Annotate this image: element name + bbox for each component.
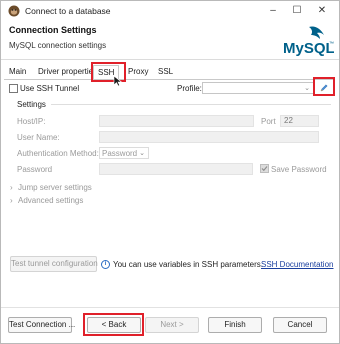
username-label: User Name:: [17, 133, 60, 142]
highlight-box-edit-profile: [313, 77, 335, 96]
username-input[interactable]: [99, 131, 319, 143]
port-input[interactable]: 22: [280, 115, 319, 127]
auth-method-select[interactable]: Password ⌄: [99, 147, 149, 159]
cancel-button[interactable]: Cancel: [273, 317, 327, 333]
ssh-variables-info: You can use variables in SSH parameters.: [113, 260, 264, 269]
tab-proxy[interactable]: Proxy: [124, 65, 152, 80]
save-password-label: Save Password: [271, 165, 327, 174]
checkmark-icon: [261, 166, 268, 172]
page-title: Connection Settings: [9, 25, 97, 35]
title-bar: Connect to a database – ☐ ✕: [1, 1, 339, 21]
use-ssh-tunnel-label: Use SSH Tunnel: [20, 84, 80, 93]
svg-text:™: ™: [329, 41, 334, 47]
chevron-right-icon[interactable]: ›: [10, 196, 13, 205]
jump-server-settings-toggle[interactable]: Jump server settings: [18, 183, 92, 192]
mysql-logo: MySQL ™: [283, 26, 334, 57]
finish-button[interactable]: Finish: [208, 317, 262, 333]
next-button[interactable]: Next >: [145, 317, 199, 333]
password-input[interactable]: [99, 163, 253, 175]
minimize-button[interactable]: –: [262, 3, 284, 19]
test-connection-button[interactable]: Test Connection ...: [8, 317, 75, 333]
header-separator: [1, 59, 339, 60]
profile-select[interactable]: ⌄: [202, 82, 314, 94]
host-label: Host/IP:: [17, 117, 46, 126]
window-title: Connect to a database: [25, 6, 111, 16]
settings-group-label: Settings: [17, 100, 46, 109]
highlight-box-back-button: [83, 313, 144, 336]
save-password-checkbox[interactable]: [260, 164, 269, 173]
info-icon: i: [101, 260, 110, 269]
advanced-settings-toggle[interactable]: Advanced settings: [18, 196, 83, 205]
chevron-down-icon: ⌄: [139, 150, 145, 157]
dialog-window: Connect to a database – ☐ ✕ Connection S…: [0, 0, 340, 344]
use-ssh-tunnel-checkbox[interactable]: [9, 84, 18, 93]
profile-label: Profile:: [177, 84, 202, 93]
footer-separator: [1, 307, 339, 308]
chevron-right-icon[interactable]: ›: [10, 183, 13, 192]
page-subtitle: MySQL connection settings: [9, 41, 107, 50]
test-tunnel-button[interactable]: Test tunnel configuration: [10, 256, 98, 272]
port-label: Port: [261, 117, 276, 126]
password-label: Password: [17, 165, 53, 174]
svg-text:MySQL: MySQL: [283, 40, 334, 57]
mouse-pointer-icon: [113, 75, 123, 87]
ssh-documentation-link[interactable]: SSH Documentation: [261, 260, 333, 269]
maximize-button[interactable]: ☐: [286, 3, 308, 19]
dialog-header: Connection Settings MySQL connection set…: [1, 21, 339, 59]
host-input[interactable]: [99, 115, 254, 127]
tab-ssl[interactable]: SSL: [154, 65, 177, 80]
chevron-down-icon: ⌄: [304, 85, 310, 92]
tab-main[interactable]: Main: [5, 65, 30, 80]
settings-group-divider: [51, 104, 331, 105]
dbeaver-app-icon: [8, 5, 20, 17]
close-button[interactable]: ✕: [311, 3, 333, 19]
auth-method-value: Password: [102, 149, 138, 158]
auth-method-label: Authentication Method:: [17, 149, 99, 158]
tab-strip-divider: [4, 79, 335, 80]
